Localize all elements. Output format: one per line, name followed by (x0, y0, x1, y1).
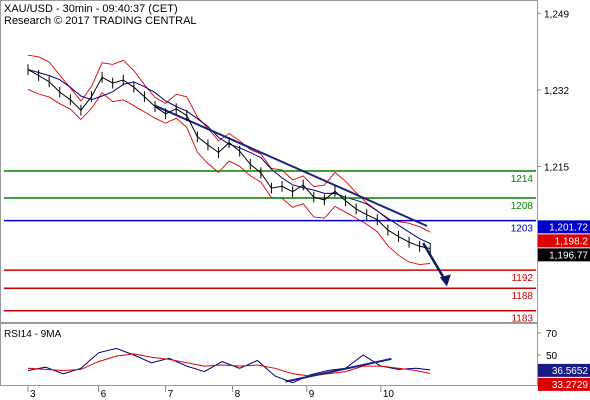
x-tick-label-7: 7 (168, 389, 174, 400)
level-label-1208: 1208 (511, 201, 534, 212)
level-label-1214: 1214 (511, 174, 534, 185)
rsi-tick-label-50: 50 (546, 351, 558, 362)
level-label-1183: 1183 (511, 314, 533, 325)
y-tick-label-1,249: 1,249 (544, 9, 569, 20)
chart-root: 1214 1208 1203 1192 1188 1183 1,249 1,232 1,215… (0, 0, 590, 400)
x-tick-label-6: 6 (101, 389, 107, 400)
chart-canvas: 1214 1208 1203 1192 1188 1183 1,249 1,232 1,215… (0, 0, 590, 400)
level-label-1188: 1188 (511, 291, 533, 302)
rsi-tick-label-70: 70 (546, 329, 558, 340)
rsi-title: RSI14 - 9MA (4, 329, 62, 340)
rsi-badge-0: 36.5652 (552, 366, 589, 377)
price-badge-2: 1,196.77 (549, 250, 588, 261)
level-label-1192: 1192 (511, 273, 533, 284)
chart-subtitle: Research © 2017 TRADING CENTRAL (4, 15, 197, 27)
x-tick-label-9: 9 (309, 389, 315, 400)
chart-title: XAU/USD - 30min - 09:40:37 (CET) (4, 3, 178, 15)
x-tick-label-8: 8 (235, 389, 241, 400)
y-tick-label-1,215: 1,215 (544, 163, 569, 174)
y-tick-label-1,232: 1,232 (544, 86, 569, 97)
level-label-1203: 1203 (511, 224, 534, 235)
rsi-badge-1: 33.2729 (552, 380, 589, 391)
x-tick-label-10: 10 (383, 389, 395, 400)
price-badge-1: 1,198.2 (555, 236, 589, 247)
x-tick-label-3: 3 (30, 389, 36, 400)
price-badge-0: 1,201.72 (549, 222, 588, 233)
